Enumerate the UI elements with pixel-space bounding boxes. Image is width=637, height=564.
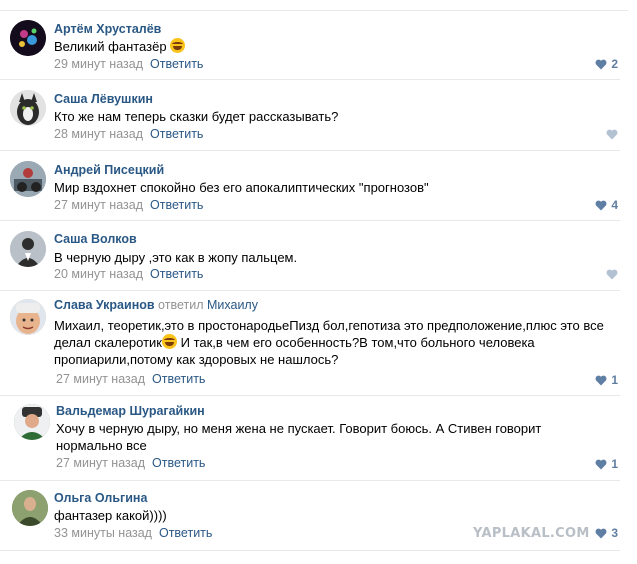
- avatar[interactable]: [14, 404, 50, 440]
- author-name[interactable]: Саша Волков: [54, 232, 137, 246]
- reply-button[interactable]: Ответить: [152, 456, 205, 470]
- like-button[interactable]: 1: [595, 457, 618, 471]
- comment-item: Артём Хрусталёв Великий фантазёр 29 мину…: [0, 11, 628, 80]
- comment-meta: 20 минут назад Ответить: [54, 267, 203, 281]
- heart-icon: [595, 459, 607, 469]
- timestamp: 27 минут назад: [56, 456, 145, 470]
- heart-icon: [595, 59, 607, 69]
- replied-label: ответил: [158, 298, 204, 312]
- comment-item: Саша Лёвушкин Кто же нам теперь сказки б…: [0, 80, 628, 151]
- watermark: YAPLAKAL.COM: [473, 526, 590, 541]
- replied-to-link[interactable]: Михаилу: [207, 298, 258, 312]
- heart-icon: [595, 528, 607, 538]
- like-button[interactable]: 2: [595, 57, 618, 71]
- avatar[interactable]: [10, 231, 46, 267]
- rofl-emoji-icon: [162, 334, 177, 349]
- comment-text-line: нормально все: [56, 438, 147, 453]
- heart-icon: [606, 129, 618, 140]
- avatar[interactable]: [10, 299, 46, 335]
- author-name[interactable]: Саша Лёвушкин: [54, 92, 153, 106]
- heart-icon: [595, 375, 607, 385]
- like-count: 3: [611, 526, 618, 540]
- timestamp: 20 минут назад: [54, 267, 143, 281]
- comment-item: Вальдемар Шурагайкин Хочу в черную дыру,…: [0, 396, 628, 481]
- reply-button[interactable]: Ответить: [150, 127, 203, 141]
- like-count: 2: [611, 57, 618, 71]
- heart-icon: [595, 200, 607, 210]
- comment-text-line: делал скалеротик И так,в чем его особенн…: [54, 334, 535, 350]
- comment-meta: 27 минут назад Ответить: [56, 456, 205, 470]
- comment-meta: 33 минуты назад Ответить: [54, 526, 212, 540]
- comment-text: В черную дыру ,это как в жопу пальцем.: [54, 250, 298, 265]
- comment-item: Андрей Писецкий Мир вздохнет спокойно бе…: [0, 151, 628, 221]
- like-button[interactable]: 4: [595, 198, 618, 212]
- comment-meta: 28 минут назад Ответить: [54, 127, 203, 141]
- reply-button[interactable]: Ответить: [152, 372, 205, 386]
- like-count: 1: [611, 457, 618, 471]
- reply-button[interactable]: Ответить: [150, 198, 203, 212]
- comment-text: Великий фантазёр: [54, 38, 614, 55]
- comment-text: Хочу в черную дыру, но меня жена не пуск…: [56, 420, 616, 454]
- timestamp: 28 минут назад: [54, 127, 143, 141]
- laughing-emoji-icon: [170, 38, 186, 53]
- avatar[interactable]: [10, 161, 46, 197]
- timestamp: 27 минут назад: [56, 372, 145, 386]
- comment-meta: 29 минут назад Ответить: [54, 57, 203, 71]
- comment-text: Михаил, теоретик,это в простонародьеПизд…: [54, 317, 614, 368]
- reply-button[interactable]: Ответить: [159, 526, 212, 540]
- author-name: Слава Украинов ответил Михаилу: [54, 298, 258, 312]
- timestamp: 27 минут назад: [54, 198, 143, 212]
- comment-text: Кто же нам теперь сказки будет рассказыв…: [54, 109, 339, 124]
- comment-text: фантазер какой)))): [54, 508, 167, 523]
- comment-item: Слава Украинов ответил Михаилу Михаил, т…: [0, 291, 628, 396]
- avatar[interactable]: [10, 90, 46, 126]
- like-count: 4: [611, 198, 618, 212]
- avatar[interactable]: [12, 490, 48, 526]
- author-link[interactable]: Слава Украинов: [54, 298, 155, 312]
- heart-icon: [606, 269, 618, 280]
- timestamp: 33 минуты назад: [54, 526, 152, 540]
- reply-button[interactable]: Ответить: [150, 267, 203, 281]
- avatar[interactable]: [10, 20, 46, 56]
- comment-text: Мир вздохнет спокойно без его апокалипти…: [54, 180, 429, 195]
- like-button[interactable]: [606, 129, 618, 140]
- comment-text-line: пропиарили,потому как здоровых не нашлос…: [54, 352, 339, 367]
- like-button[interactable]: 3: [595, 526, 618, 540]
- author-name[interactable]: Андрей Писецкий: [54, 163, 164, 177]
- comment-text-line: Михаил, теоретик,это в простонародьеПизд…: [54, 318, 604, 333]
- comment-separator: [0, 550, 620, 551]
- author-name[interactable]: Ольга Ольгина: [54, 491, 147, 505]
- comment-meta: 27 минут назад Ответить: [56, 372, 205, 386]
- comment-meta: 27 минут назад Ответить: [54, 198, 203, 212]
- comment-text-line: Хочу в черную дыру, но меня жена не пуск…: [56, 421, 542, 436]
- reply-button[interactable]: Ответить: [150, 57, 203, 71]
- like-button[interactable]: [606, 269, 618, 280]
- comment-item: Саша Волков В черную дыру ,это как в жоп…: [0, 221, 628, 291]
- timestamp: 29 минут назад: [54, 57, 143, 71]
- like-count: 1: [611, 373, 618, 387]
- like-button[interactable]: 1: [595, 373, 618, 387]
- author-name[interactable]: Вальдемар Шурагайкин: [56, 404, 205, 418]
- author-name[interactable]: Артём Хрусталёв: [54, 22, 161, 36]
